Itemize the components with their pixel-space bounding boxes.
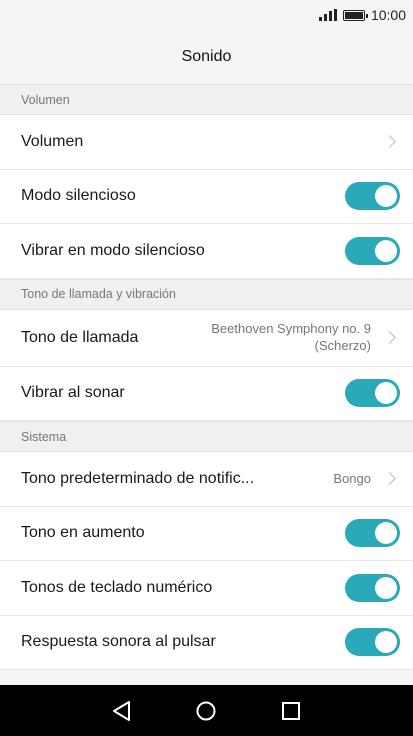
status-time: 10:00 bbox=[370, 7, 406, 23]
setting-tonos-teclado[interactable]: Tonos de teclado numérico bbox=[0, 561, 413, 616]
vibrar-sonar-toggle[interactable] bbox=[345, 379, 400, 408]
back-icon[interactable] bbox=[102, 691, 142, 731]
setting-label: Modo silencioso bbox=[21, 187, 136, 205]
section-header-tono: Tono de llamada y vibración bbox=[0, 278, 413, 310]
setting-label: Tono de llamada bbox=[21, 328, 139, 346]
section-title: Sistema bbox=[21, 429, 67, 444]
value-line: (Scherzo) bbox=[314, 337, 371, 353]
chevron-right-icon bbox=[383, 331, 396, 344]
setting-value: Bongo bbox=[333, 470, 371, 486]
vibrar-silencioso-toggle[interactable] bbox=[345, 236, 400, 265]
respuesta-sonora-toggle[interactable] bbox=[345, 628, 400, 657]
setting-value: Beethoven Symphony no. 9 (Scherzo) bbox=[196, 321, 371, 354]
setting-label: Tono predeterminado de notific... bbox=[21, 469, 255, 487]
section-header-volumen: Volumen bbox=[0, 84, 413, 115]
signal-icon bbox=[318, 9, 337, 21]
section-header-sistema: Sistema bbox=[0, 421, 413, 452]
chevron-right-icon bbox=[383, 472, 396, 486]
setting-tono-notificacion[interactable]: Tono predeterminado de notific... Bongo bbox=[0, 452, 413, 507]
page-title-bar: Sonido bbox=[0, 30, 413, 84]
section-title: Tono de llamada y vibración bbox=[21, 287, 176, 301]
tono-aumento-toggle[interactable] bbox=[345, 519, 400, 548]
modo-silencioso-toggle[interactable] bbox=[345, 182, 400, 211]
setting-volumen[interactable]: Volumen bbox=[0, 115, 413, 170]
settings-list: Volumen Volumen Modo silencioso Vibrar e… bbox=[0, 84, 413, 670]
setting-respuesta-sonora[interactable]: Respuesta sonora al pulsar bbox=[0, 615, 413, 670]
setting-label: Volumen bbox=[21, 132, 84, 150]
tonos-teclado-toggle[interactable] bbox=[345, 573, 400, 602]
setting-vibrar-sonar[interactable]: Vibrar al sonar bbox=[0, 366, 413, 421]
battery-icon bbox=[342, 9, 368, 21]
setting-label: Tonos de teclado numérico bbox=[21, 578, 213, 596]
page-title: Sonido bbox=[181, 48, 232, 65]
setting-label: Respuesta sonora al pulsar bbox=[21, 633, 216, 651]
section-title: Volumen bbox=[21, 92, 70, 107]
status-bar: 10:00 bbox=[0, 0, 413, 30]
setting-label: Vibrar en modo silencioso bbox=[21, 241, 205, 259]
setting-tono-aumento[interactable]: Tono en aumento bbox=[0, 506, 413, 561]
home-icon[interactable] bbox=[186, 691, 226, 731]
navigation-bar bbox=[0, 685, 413, 736]
setting-label: Vibrar al sonar bbox=[21, 384, 125, 402]
setting-vibrar-silencioso[interactable]: Vibrar en modo silencioso bbox=[0, 224, 413, 279]
chevron-right-icon bbox=[383, 135, 396, 149]
setting-modo-silencioso[interactable]: Modo silencioso bbox=[0, 169, 413, 224]
setting-tono-llamada[interactable]: Tono de llamada Beethoven Symphony no. 9… bbox=[0, 309, 413, 367]
value-line: Beethoven Symphony no. 9 bbox=[211, 321, 371, 337]
setting-label: Tono en aumento bbox=[21, 524, 145, 542]
recents-icon[interactable] bbox=[271, 691, 311, 731]
